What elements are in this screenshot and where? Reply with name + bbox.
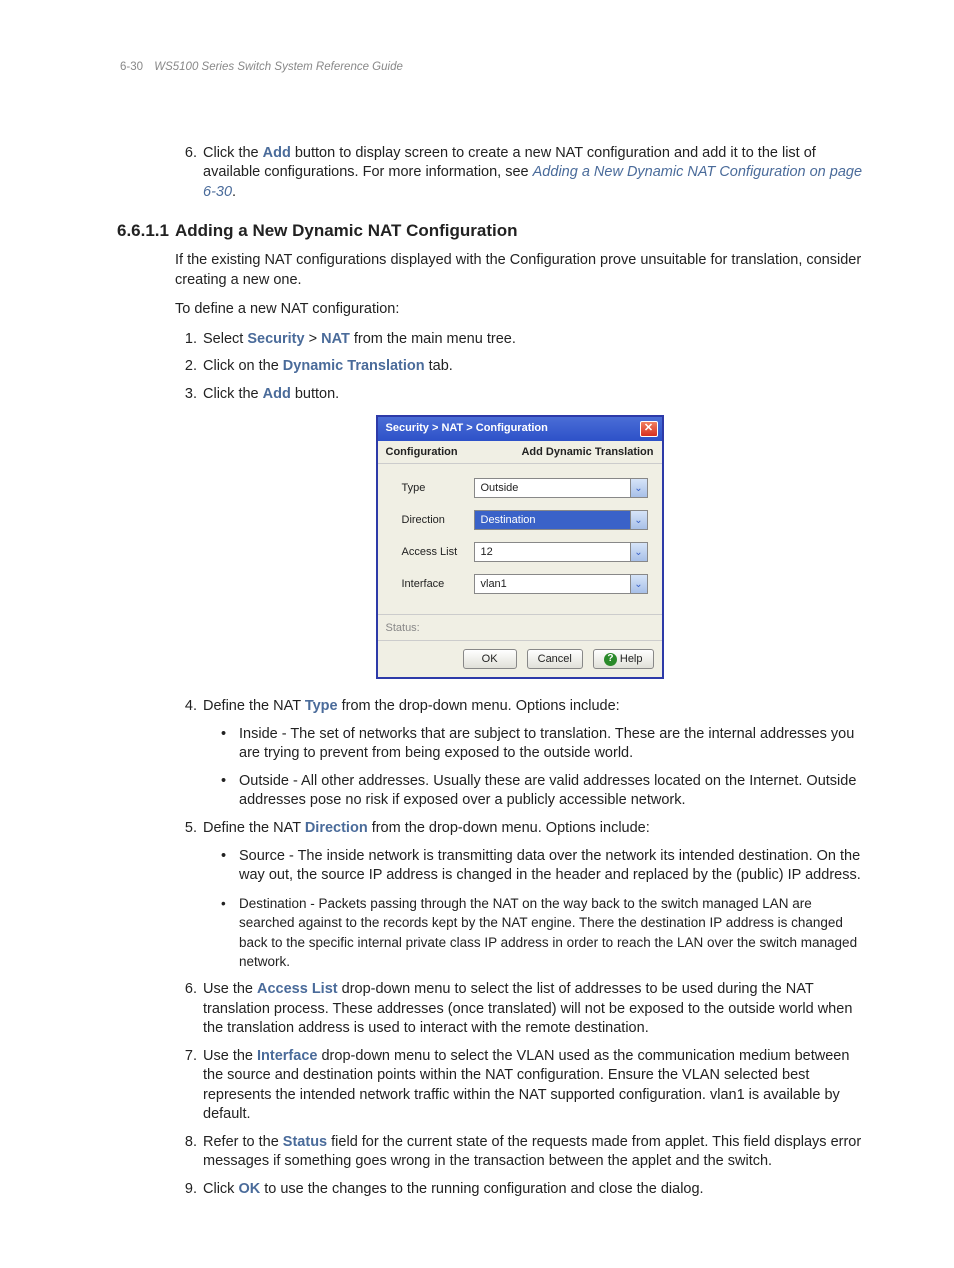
access-list-dropdown[interactable]: 12 ⌄ [474, 542, 648, 562]
ok-button[interactable]: OK [463, 649, 517, 669]
close-button[interactable]: ✕ [640, 421, 658, 437]
step-5: 5. Define the NAT Direction from the dro… [175, 819, 864, 839]
step-4-bullet-inside: •Inside - The set of networks that are s… [175, 725, 864, 764]
step-4: 4. Define the NAT Type from the drop-dow… [175, 697, 864, 717]
step-9: 9. Click OK to use the changes to the ru… [175, 1180, 864, 1200]
cancel-button[interactable]: Cancel [527, 649, 583, 669]
step-1: 1. Select Security > NAT from the main m… [175, 330, 864, 350]
page-number: 6-30 [120, 61, 143, 73]
chevron-down-icon: ⌄ [630, 575, 647, 593]
interface-label: Interface [402, 577, 474, 592]
interface-dropdown[interactable]: vlan1 ⌄ [474, 574, 648, 594]
page-header: 6-30 WS5100 Series Switch System Referen… [120, 60, 854, 76]
type-label: Type [402, 481, 474, 496]
step-3: 3. Click the Add button. [175, 385, 864, 405]
dialog-subheader: Configuration Add Dynamic Translation [378, 441, 662, 465]
para-intro: If the existing NAT configurations displ… [175, 251, 864, 290]
direction-dropdown[interactable]: Destination ⌄ [474, 510, 648, 530]
doc-title: WS5100 Series Switch System Reference Gu… [154, 61, 403, 73]
step-7: 7. Use the Interface drop-down menu to s… [175, 1047, 864, 1125]
para-lead: To define a new NAT configuration: [175, 300, 864, 320]
intro-step-6: 6. Click the Add button to display scree… [175, 144, 864, 203]
step-2: 2. Click on the Dynamic Translation tab. [175, 357, 864, 377]
help-button[interactable]: ? Help [593, 649, 654, 669]
chevron-down-icon: ⌄ [630, 543, 647, 561]
status-label: Status: [378, 614, 662, 640]
step-4-bullet-outside: •Outside - All other addresses. Usually … [175, 772, 864, 811]
dialog-title: Security > NAT > Configuration [386, 421, 548, 436]
step-8: 8. Refer to the Status field for the cur… [175, 1133, 864, 1172]
access-list-label: Access List [402, 545, 474, 560]
chevron-down-icon: ⌄ [630, 479, 647, 497]
step-5-bullet-destination: •Destination - Packets passing through t… [175, 894, 864, 972]
type-dropdown[interactable]: Outside ⌄ [474, 478, 648, 498]
step-6: 6. Use the Access List drop-down menu to… [175, 980, 864, 1039]
step-5-bullet-source: •Source - The inside network is transmit… [175, 847, 864, 886]
section-heading: 6.6.1.1 Adding a New Dynamic NAT Configu… [117, 220, 864, 243]
help-icon: ? [604, 653, 617, 666]
close-icon: ✕ [644, 422, 653, 434]
dialog-titlebar: Security > NAT > Configuration ✕ [378, 417, 662, 441]
chevron-down-icon: ⌄ [630, 511, 647, 529]
add-dynamic-translation-dialog: Security > NAT > Configuration ✕ Configu… [376, 415, 664, 680]
direction-label: Direction [402, 513, 474, 528]
